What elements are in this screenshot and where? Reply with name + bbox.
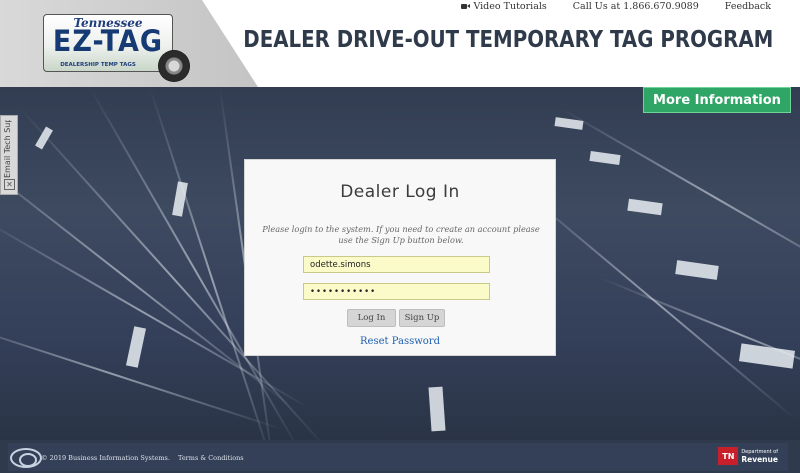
lane-marking — [675, 260, 719, 280]
tn-revenue-logo[interactable]: TN Department of Revenue — [718, 447, 778, 465]
site-header: Tennessee EZ-TAG DEALERSHIP TEMP TAGS Vi… — [0, 0, 800, 87]
top-links: Video Tutorials Call Us at 1.866.670.908… — [435, 0, 771, 12]
tn-dept-line2: Revenue — [741, 455, 778, 464]
username-input[interactable] — [303, 256, 490, 273]
logo-sub-text: DEALERSHIP TEMP TAGS — [60, 62, 136, 68]
call-us-link[interactable]: Call Us at 1.866.670.9089 — [573, 0, 699, 12]
video-tutorials-link[interactable]: Video Tutorials — [461, 0, 547, 12]
lane-marking — [589, 150, 621, 166]
email-tech-support-tab[interactable]: Email Tech Support ✕ — [0, 115, 18, 195]
password-input[interactable] — [303, 283, 490, 300]
ez-tag-logo[interactable]: Tennessee EZ-TAG DEALERSHIP TEMP TAGS — [43, 14, 173, 72]
feedback-label: Feedback — [724, 0, 771, 12]
login-instructions: Please login to the system. If you need … — [262, 224, 540, 245]
lane-marking — [125, 326, 147, 368]
copyright-text: © 2019 Business Information Systems. — [41, 454, 170, 462]
login-button[interactable]: Log In — [347, 309, 396, 327]
login-card: Dealer Log In Please login to the system… — [244, 159, 556, 356]
terms-link[interactable]: Terms & Conditions — [178, 454, 244, 462]
bis-logo-icon[interactable] — [10, 448, 42, 468]
login-title: Dealer Log In — [340, 182, 460, 202]
lane-marking — [627, 198, 663, 216]
more-information-button[interactable]: More Information — [643, 87, 791, 113]
footer-bar: © 2019 Business Information Systems. Ter… — [8, 443, 788, 471]
video-tutorials-label: Video Tutorials — [473, 0, 547, 12]
video-camera-icon — [461, 3, 471, 10]
reset-password-link[interactable]: Reset Password — [245, 336, 555, 347]
email-tech-support-label: Email Tech Support — [3, 120, 12, 178]
tn-badge: TN — [718, 447, 739, 465]
call-us-label: Call Us at 1.866.670.9089 — [572, 0, 699, 12]
signup-button[interactable]: Sign Up — [399, 309, 445, 327]
lane-marking — [428, 386, 446, 432]
page-title: DEALER DRIVE-OUT TEMPORARY TAG PROGRAM — [242, 27, 773, 53]
feedback-link[interactable]: Feedback — [725, 0, 771, 12]
logo-main-text: EZ-TAG — [52, 24, 164, 59]
tn-dept-text: Department of Revenue — [741, 449, 778, 463]
tire-icon — [158, 50, 190, 82]
site-footer: © 2019 Business Information Systems. Ter… — [0, 440, 800, 473]
light-streak — [599, 277, 800, 392]
close-icon[interactable]: ✕ — [4, 179, 15, 190]
lane-marking — [739, 343, 795, 369]
